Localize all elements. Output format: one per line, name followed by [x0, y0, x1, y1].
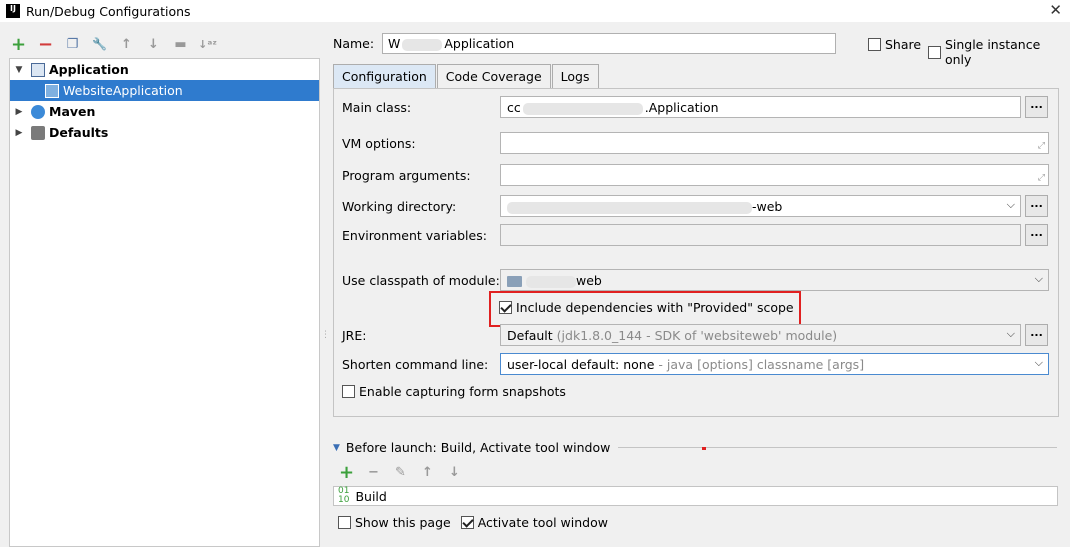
chevron-down-icon[interactable]: ⌵ — [1035, 356, 1043, 370]
tab-code-coverage[interactable]: Code Coverage — [436, 64, 551, 88]
browse-jre-button[interactable]: ... — [1025, 324, 1048, 346]
before-launch-header[interactable]: ▼ Before launch: Build, Activate tool wi… — [333, 440, 1057, 455]
share-checkbox[interactable]: Share — [868, 37, 921, 52]
move-task-up-icon[interactable]: ↑ — [419, 464, 436, 481]
environment-variables-label: Environment variables: — [342, 228, 487, 243]
move-task-down-icon[interactable]: ↓ — [446, 464, 463, 481]
environment-variables-input[interactable] — [500, 224, 1021, 246]
tree-item-website-application[interactable]: WebsiteApplication — [10, 80, 319, 101]
shorten-command-line-select[interactable]: user-local default: none - java [options… — [500, 353, 1049, 375]
build-icon: 01 10 — [338, 486, 350, 505]
jre-select[interactable]: Default (jdk1.8.0_144 - SDK of 'websitew… — [500, 324, 1021, 346]
chevron-down-icon[interactable]: ▼ — [13, 65, 25, 75]
title-bar: IJ Run/Debug Configurations ✕ — [0, 0, 1070, 22]
splitter-handle[interactable]: ⋮ — [321, 330, 330, 340]
redacted-text — [526, 275, 576, 288]
tree-item-application[interactable]: ▼ Application — [10, 59, 319, 80]
vm-options-label: VM options: — [342, 136, 416, 151]
redacted-text — [507, 201, 752, 214]
edit-environment-variables-button[interactable]: ... — [1025, 224, 1048, 246]
classpath-module-label: Use classpath of module: — [342, 273, 500, 288]
separator — [618, 447, 1057, 448]
application-icon — [31, 62, 45, 77]
move-up-icon[interactable]: ↑ — [118, 36, 135, 53]
program-arguments-label: Program arguments: — [342, 168, 471, 183]
config-toolbar: + − ❐ 🔧 ↑ ↓ ▬ ↓ᵃᶻ — [10, 34, 217, 55]
chevron-right-icon[interactable]: ▶ — [13, 107, 25, 117]
classpath-module-select[interactable]: web ⌵ — [500, 269, 1049, 291]
vm-options-input[interactable]: ⤢ — [500, 132, 1049, 154]
shorten-command-line-label: Shorten command line: — [342, 357, 489, 372]
module-folder-icon — [507, 276, 522, 287]
edit-defaults-icon[interactable]: 🔧 — [91, 36, 108, 53]
browse-working-directory-button[interactable]: ... — [1025, 195, 1048, 217]
activate-tool-window-checkbox[interactable] — [460, 516, 474, 529]
jre-label: JRE: — [342, 328, 367, 343]
include-provided-checkbox[interactable]: Include dependencies with "Provided" sco… — [499, 300, 794, 315]
copy-configuration-icon[interactable]: ❐ — [64, 36, 81, 53]
name-label: Name: — [333, 36, 375, 51]
redacted-text — [522, 102, 643, 115]
configuration-tree[interactable]: ▼ Application WebsiteApplication ▶ Maven… — [9, 58, 320, 547]
chevron-down-icon[interactable]: ⌵ — [1007, 198, 1015, 212]
add-configuration-icon[interactable]: + — [10, 34, 27, 55]
redacted-text — [402, 38, 443, 51]
tree-item-defaults[interactable]: ▶ Defaults — [10, 122, 319, 143]
expand-icon[interactable]: ⤢ — [1038, 173, 1045, 183]
config-tabs: Configuration Code Coverage Logs — [333, 64, 600, 88]
main-class-label: Main class: — [342, 100, 412, 115]
main-class-input[interactable]: cc .Application — [500, 96, 1021, 118]
remove-configuration-icon[interactable]: − — [37, 34, 54, 55]
folder-icon[interactable]: ▬ — [172, 36, 189, 53]
maven-icon — [31, 104, 45, 119]
expand-icon[interactable]: ⤢ — [1038, 141, 1045, 151]
edit-task-icon[interactable]: ✎ — [392, 464, 409, 481]
program-arguments-input[interactable]: ⤢ — [500, 164, 1049, 186]
chevron-right-icon[interactable]: ▶ — [13, 128, 25, 138]
sort-icon[interactable]: ↓ᵃᶻ — [198, 36, 217, 53]
before-launch-toolbar: + − ✎ ↑ ↓ — [338, 462, 463, 483]
window-title: Run/Debug Configurations — [26, 3, 191, 19]
tab-logs[interactable]: Logs — [551, 64, 599, 88]
chevron-down-icon[interactable]: ⌵ — [1035, 272, 1043, 286]
remove-task-icon[interactable]: − — [365, 464, 382, 481]
add-task-icon[interactable]: + — [338, 462, 355, 483]
name-input[interactable]: W Application — [382, 33, 836, 54]
enable-snapshots-checkbox[interactable]: Enable capturing form snapshots — [342, 384, 566, 399]
collapse-triangle-icon[interactable]: ▼ — [333, 443, 340, 453]
show-this-page-checkbox[interactable] — [338, 516, 351, 529]
intellij-icon: IJ — [6, 4, 20, 18]
annotation-mark — [702, 447, 706, 450]
tab-configuration[interactable]: Configuration — [333, 64, 436, 88]
tree-item-maven[interactable]: ▶ Maven — [10, 101, 319, 122]
before-launch-task-build[interactable]: 01 10 Build — [333, 486, 1058, 506]
browse-main-class-button[interactable]: ... — [1025, 96, 1048, 118]
working-directory-label: Working directory: — [342, 199, 457, 214]
single-instance-checkbox[interactable]: Single instance only — [928, 37, 1070, 67]
move-down-icon[interactable]: ↓ — [145, 36, 162, 53]
close-button[interactable]: ✕ — [1049, 1, 1062, 19]
defaults-wrench-icon — [31, 125, 45, 140]
before-launch-options: Show this page Activate tool window — [338, 515, 608, 530]
chevron-down-icon[interactable]: ⌵ — [1007, 327, 1015, 341]
working-directory-input[interactable]: -web ⌵ — [500, 195, 1021, 217]
application-config-icon — [45, 83, 59, 98]
